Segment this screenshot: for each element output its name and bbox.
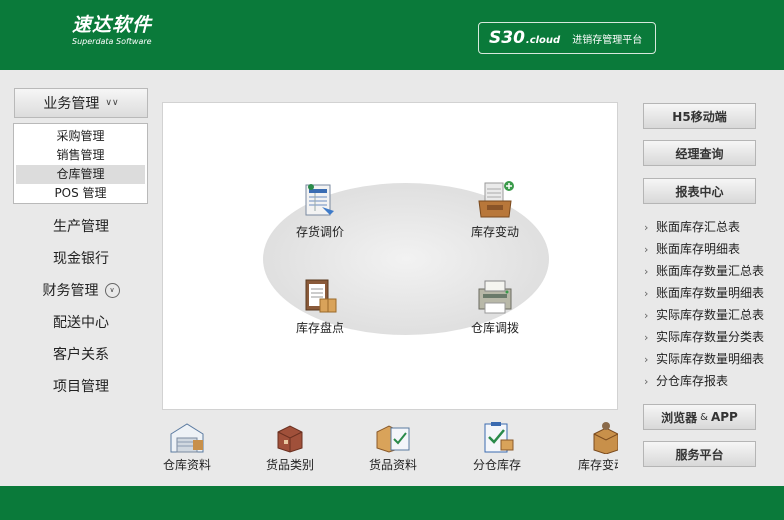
nav-item-distribution[interactable]: 配送中心 xyxy=(14,308,148,336)
nav-group-business[interactable]: 业务管理 ∨∨ xyxy=(14,88,148,118)
brand-product: S30 xyxy=(489,28,525,48)
module-label: 仓库调拨 xyxy=(470,321,519,335)
report-link-label: 实际库存数量明细表 xyxy=(656,352,765,366)
box-stack-icon xyxy=(277,425,303,453)
nav-item-finance-label: 财务管理 xyxy=(42,283,99,299)
report-link-label: 账面库存数量汇总表 xyxy=(656,264,765,278)
browser-app-amp: & xyxy=(700,411,708,423)
quick-link-warehouse-info[interactable]: 仓库资料 xyxy=(162,420,227,473)
box-icon xyxy=(593,422,618,454)
module-label: 库存变动 xyxy=(470,225,519,239)
logo-main-text: 速达软件 xyxy=(72,14,153,36)
report-link[interactable]: › 账面库存数量明细表 xyxy=(644,282,774,304)
nav-item-cash-bank[interactable]: 现金银行 xyxy=(14,244,148,272)
report-link-label: 账面库存数量明细表 xyxy=(656,286,765,300)
logo: 速达软件 Superdata Software xyxy=(72,14,152,47)
printer-icon xyxy=(478,280,512,314)
report-link[interactable]: › 实际库存数量明细表 xyxy=(644,348,774,370)
header-bar: 速达软件 Superdata Software S30 .cloud 进销存管理… xyxy=(0,0,784,70)
clipboard-box-icon xyxy=(305,279,337,313)
logo-sub-text: Superdata Software xyxy=(72,37,152,46)
report-link-label: 分仓库存报表 xyxy=(656,374,729,388)
module-stocktake[interactable]: 库存盘点 xyxy=(275,277,365,336)
quick-link-label: 货品资料 xyxy=(368,458,417,472)
browser-app-label-b: APP xyxy=(710,410,738,424)
h5-mobile-button[interactable]: H5移动端 xyxy=(643,103,756,129)
report-link[interactable]: › 分仓库存报表 xyxy=(644,370,774,392)
quick-link-goods-category[interactable]: 货品类别 xyxy=(250,420,330,473)
quick-link-label: 仓库资料 xyxy=(162,458,211,472)
report-link[interactable]: › 实际库存数量汇总表 xyxy=(644,304,774,326)
report-link[interactable]: › 账面库存数量汇总表 xyxy=(644,260,774,282)
chevron-right-icon: › xyxy=(644,331,649,344)
quick-link-branch-stock[interactable]: 分仓库存 xyxy=(457,420,537,473)
product-brand-box: S30 .cloud 进销存管理平台 xyxy=(478,22,656,54)
report-link[interactable]: › 实际库存数量分类表 xyxy=(644,326,774,348)
report-center-button[interactable]: 报表中心 xyxy=(643,178,756,204)
report-link[interactable]: › 账面库存汇总表 xyxy=(644,216,774,238)
report-link-label: 实际库存数量汇总表 xyxy=(656,308,765,322)
nav-item-crm[interactable]: 客户关系 xyxy=(14,340,148,368)
report-link-label: 账面库存明细表 xyxy=(656,242,741,256)
report-link-label: 账面库存汇总表 xyxy=(656,220,741,234)
module-panel: 存货调价 库存变动 库存盘点 仓库调拨 xyxy=(162,102,618,410)
quick-link-label: 分仓库存 xyxy=(472,458,521,472)
box-check-icon xyxy=(376,425,410,453)
chevron-right-icon: › xyxy=(644,221,649,234)
module-label: 存货调价 xyxy=(295,225,344,239)
submenu-item-purchase[interactable]: 采购管理 xyxy=(16,127,145,146)
browser-app-label-a: 浏览器 xyxy=(661,410,698,425)
quick-link-goods-info[interactable]: 货品资料 xyxy=(353,420,433,473)
nav-group-label: 业务管理 xyxy=(43,96,100,112)
chevron-right-icon: › xyxy=(644,375,649,388)
quick-link-stock-change[interactable]: 库存变动 xyxy=(562,420,618,473)
module-price-adjust[interactable]: 存货调价 xyxy=(275,181,365,240)
nav-item-finance[interactable]: 财务管理 ∨ xyxy=(14,276,148,304)
chevron-down-icon: ∨∨ xyxy=(105,98,119,108)
footer-bar xyxy=(0,486,784,520)
quick-link-label: 货品类别 xyxy=(265,458,314,472)
document-arrow-icon xyxy=(305,184,334,216)
browser-app-button[interactable]: 浏览器 & APP xyxy=(643,404,756,430)
submenu-item-sales[interactable]: 销售管理 xyxy=(16,146,145,165)
submenu-item-warehouse[interactable]: 仓库管理 xyxy=(16,165,145,184)
brand-suffix: .cloud xyxy=(525,35,561,46)
chevron-right-icon: › xyxy=(644,243,649,256)
report-link[interactable]: › 账面库存明细表 xyxy=(644,238,774,260)
nav-item-projects[interactable]: 项目管理 xyxy=(14,372,148,400)
clipboard-check-icon xyxy=(484,422,514,453)
brand-slogan: 进销存管理平台 xyxy=(572,34,643,46)
chevron-right-icon: › xyxy=(644,287,649,300)
nav-item-production[interactable]: 生产管理 xyxy=(14,212,148,240)
chevron-right-icon: › xyxy=(644,309,649,322)
manager-query-button[interactable]: 经理查询 xyxy=(643,140,756,166)
module-transfer[interactable]: 仓库调拨 xyxy=(450,277,540,336)
chevron-right-icon: › xyxy=(644,353,649,366)
module-stock-change[interactable]: 库存变动 xyxy=(450,181,540,240)
report-link-label: 实际库存数量分类表 xyxy=(656,330,765,344)
quick-link-label: 库存变动 xyxy=(577,458,618,472)
report-list: › 账面库存汇总表 › 账面库存明细表 › 账面库存数量汇总表 › 账面库存数量明细表 … xyxy=(644,216,774,392)
chevron-down-circle-icon: ∨ xyxy=(104,282,120,298)
quick-links: 仓库资料 货品类别 货品资料 分仓库存 库存变 xyxy=(162,420,618,478)
submenu: 采购管理 销售管理 仓库管理 POS 管理 xyxy=(13,123,148,204)
service-platform-button[interactable]: 服务平台 xyxy=(643,441,756,467)
module-label: 库存盘点 xyxy=(295,321,344,335)
inbox-tray-icon xyxy=(478,181,514,218)
submenu-item-pos[interactable]: POS 管理 xyxy=(16,184,145,203)
warehouse-icon xyxy=(170,423,204,453)
chevron-right-icon: › xyxy=(644,265,649,278)
